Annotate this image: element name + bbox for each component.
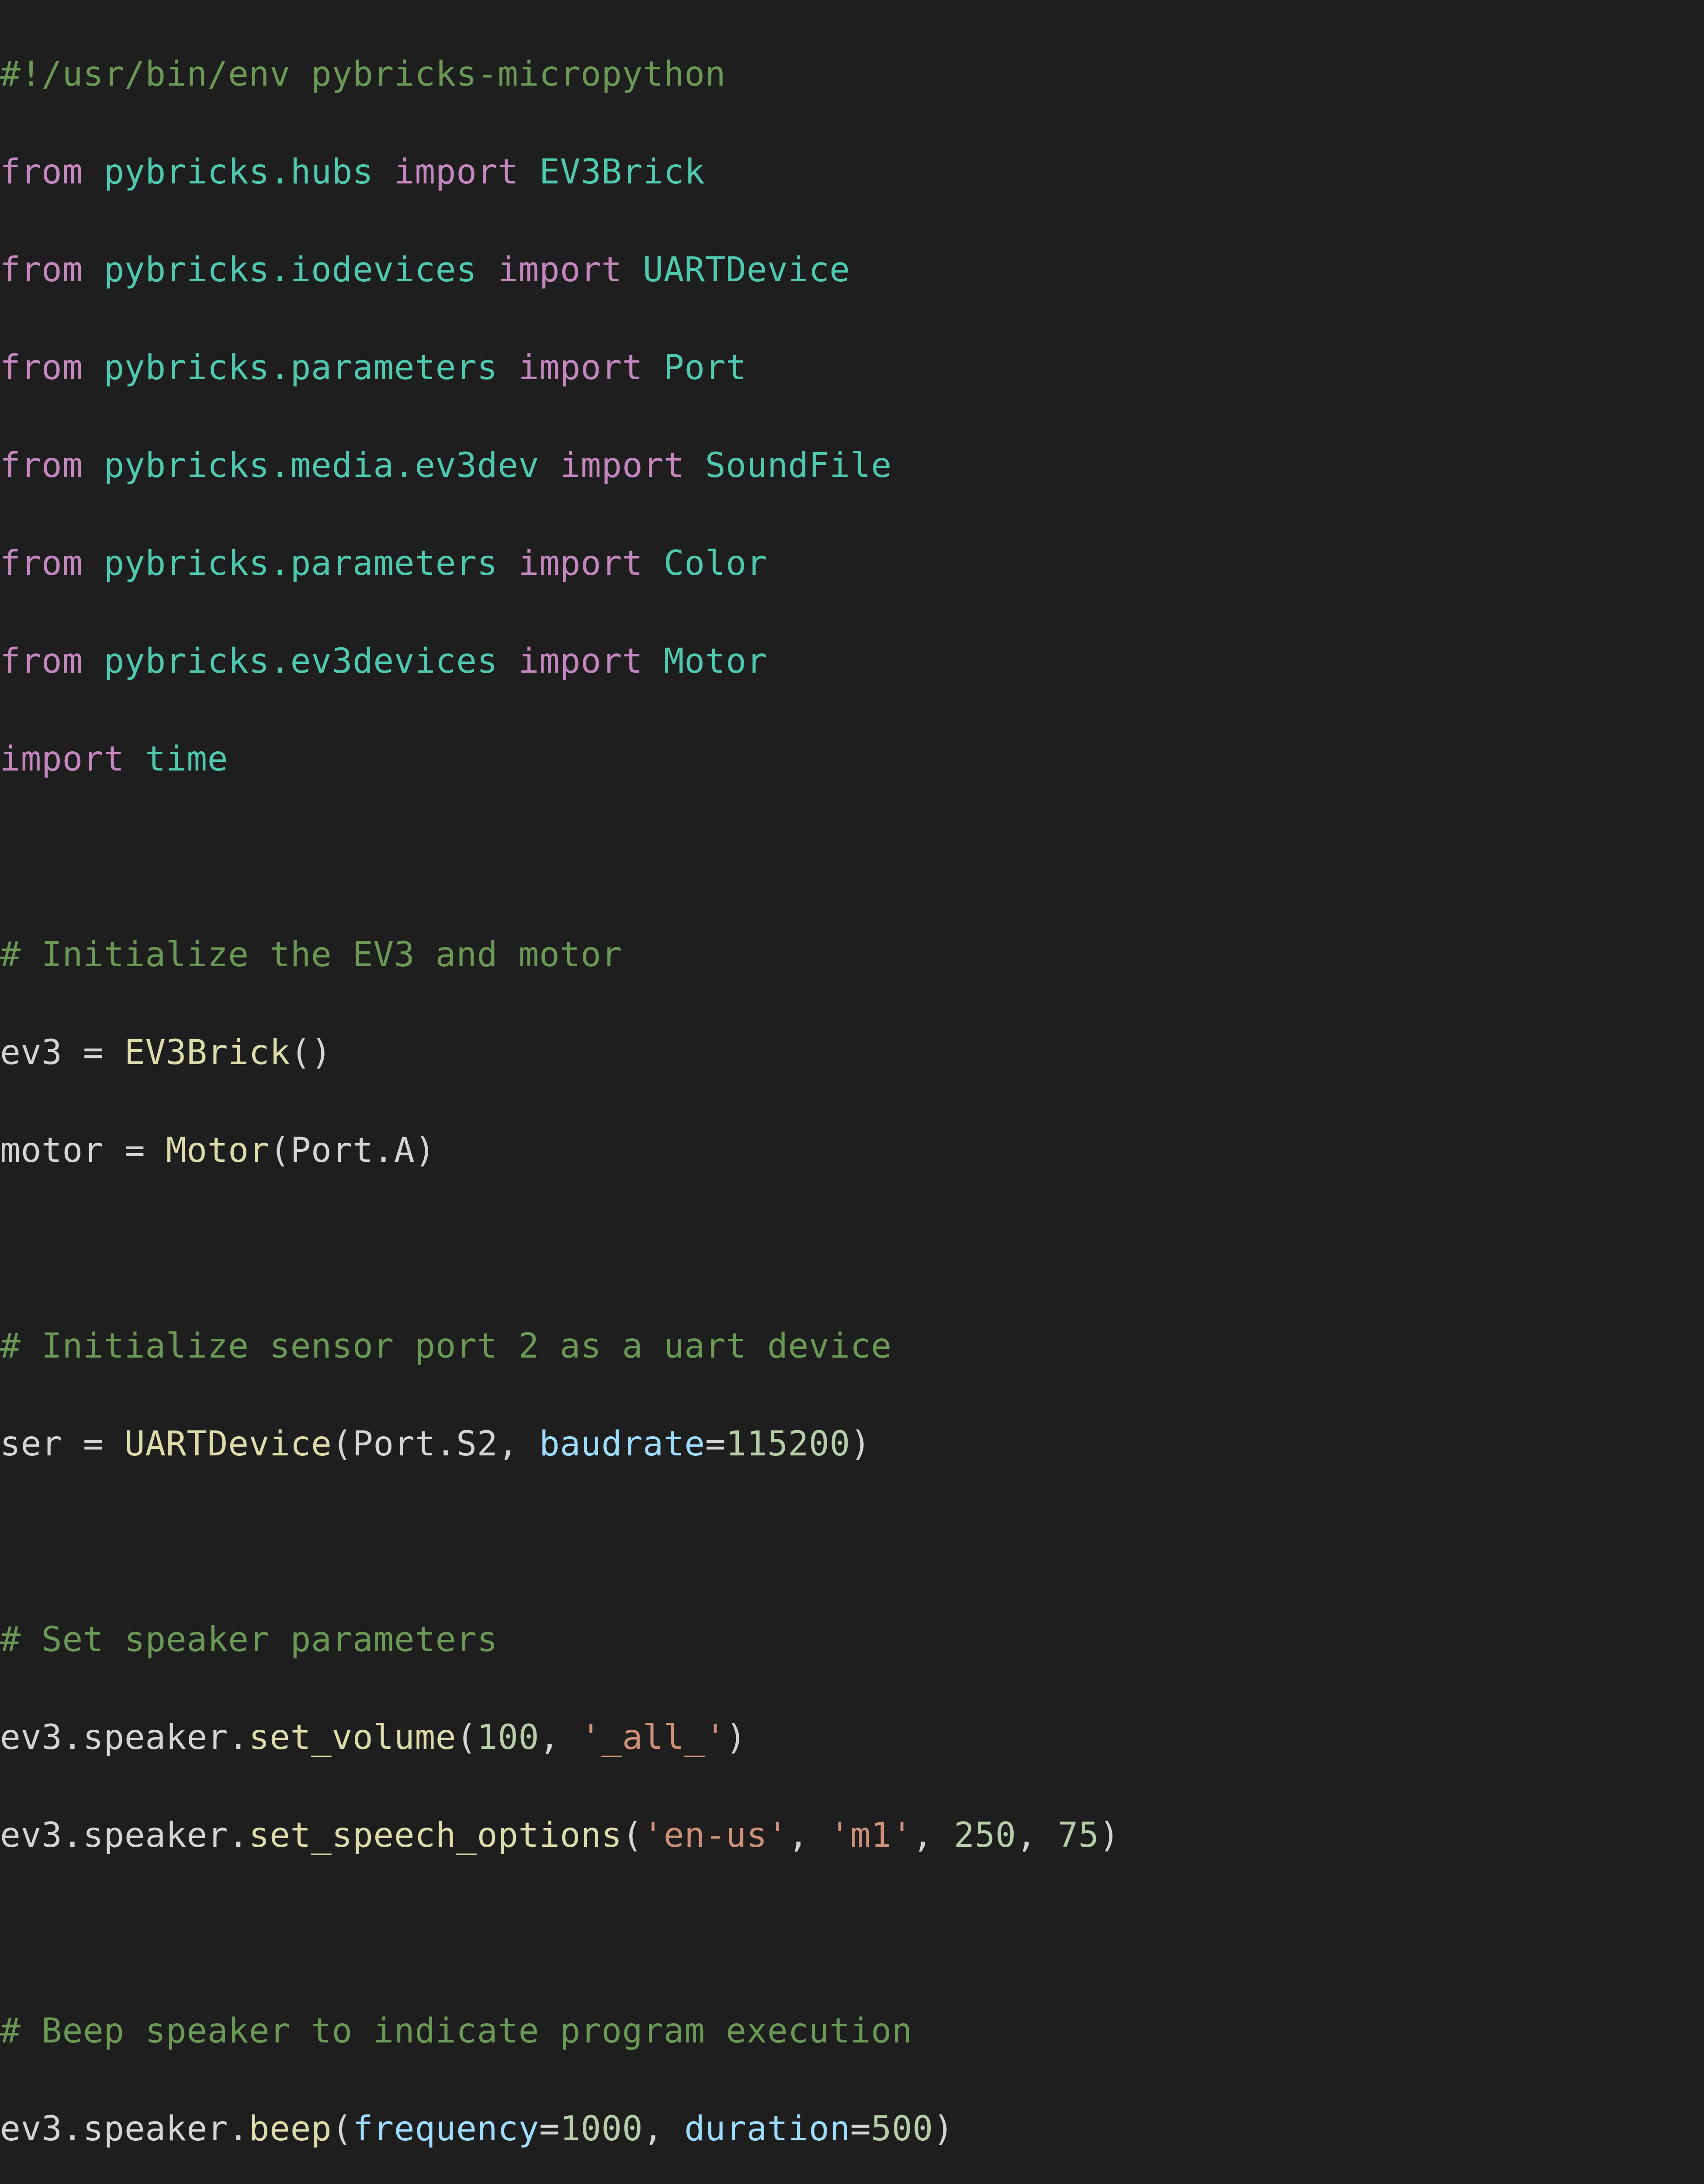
code-line: # Initialize sensor port 2 as a uart dev… [0, 1322, 1704, 1371]
code-line: ev3.speaker.set_speech_options('en-us', … [0, 1811, 1704, 1860]
code-line: motor = Motor(Port.A) [0, 1126, 1704, 1175]
code-line: ser = UARTDevice(Port.S2, baudrate=11520… [0, 1420, 1704, 1469]
code-line: from pybricks.parameters import Port [0, 343, 1704, 392]
code-line: ev3.speaker.set_volume(100, '_all_') [0, 1713, 1704, 1762]
code-line: from pybricks.hubs import EV3Brick [0, 148, 1704, 197]
code-line: from pybricks.ev3devices import Motor [0, 637, 1704, 686]
code-line: # Beep speaker to indicate program execu… [0, 2007, 1704, 2056]
code-line: from pybricks.parameters import Color [0, 539, 1704, 588]
code-line: from pybricks.iodevices import UARTDevic… [0, 245, 1704, 294]
code-line: #!/usr/bin/env pybricks-micropython [0, 50, 1704, 99]
code-line: # Initialize the EV3 and motor [0, 930, 1704, 979]
code-line: ev3.speaker.beep(frequency=1000, duratio… [0, 2105, 1704, 2153]
shebang-comment: #!/usr/bin/env pybricks-micropython [0, 55, 726, 94]
code-line: # Set speaker parameters [0, 1615, 1704, 1664]
code-line: import time [0, 735, 1704, 784]
code-line: from pybricks.media.ev3dev import SoundF… [0, 441, 1704, 490]
code-editor: #!/usr/bin/env pybricks-micropython from… [0, 0, 1704, 2184]
code-line: ev3 = EV3Brick() [0, 1028, 1704, 1077]
